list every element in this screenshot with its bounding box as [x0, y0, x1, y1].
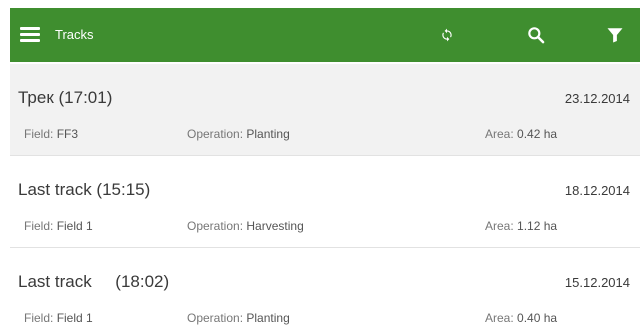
track-operation: Operation: Planting [187, 311, 290, 325]
track-name: Last track (18:02) [18, 272, 170, 291]
track-item[interactable]: Last track (18:02) 15.12.2014 Field: Fie… [10, 248, 640, 331]
track-area: Area: 1.12 ha [485, 219, 557, 233]
track-item[interactable]: Трек (17:01) 23.12.2014 Field: FF3 Opera… [10, 64, 640, 156]
operation-value: Harvesting [246, 219, 304, 233]
operation-label: Operation: [187, 219, 244, 233]
search-icon [528, 27, 545, 44]
track-date: 15.12.2014 [564, 275, 630, 290]
track-operation: Operation: Harvesting [187, 219, 304, 233]
tracks-list: Трек (17:01) 23.12.2014 Field: FF3 Opera… [10, 64, 640, 331]
field-label: Field: [24, 219, 54, 233]
tracks-screen: Tracks Трек (17:01) 23.12.2014 Field: FF… [0, 0, 640, 331]
area-value: 0.40 ha [517, 311, 558, 325]
area-label: Area: [485, 311, 514, 325]
hamburger-menu-icon[interactable] [20, 27, 40, 43]
track-field: Field: Field 1 [24, 219, 93, 233]
track-name: Last track (15:15) [18, 180, 151, 199]
menu-line [20, 33, 40, 36]
area-value: 1.12 ha [517, 219, 558, 233]
track-field: Field: FF3 [24, 127, 78, 141]
page-title: Tracks [55, 27, 94, 42]
area-value: 0.42 ha [517, 127, 558, 141]
track-area: Area: 0.42 ha [485, 127, 557, 141]
field-value: Field 1 [56, 311, 93, 325]
track-date: 23.12.2014 [564, 91, 630, 106]
field-label: Field: [24, 311, 54, 325]
area-label: Area: [485, 127, 514, 141]
field-label: Field: [24, 127, 54, 141]
track-area: Area: 0.40 ha [485, 311, 557, 325]
track-name: Трек (17:01) [18, 88, 113, 107]
menu-line [20, 39, 40, 42]
track-date: 18.12.2014 [564, 183, 630, 198]
operation-label: Operation: [187, 311, 244, 325]
track-item[interactable]: Last track (15:15) 18.12.2014 Field: Fie… [10, 156, 640, 248]
operation-value: Planting [246, 311, 290, 325]
operation-label: Operation: [187, 127, 244, 141]
track-field: Field: Field 1 [24, 311, 93, 325]
field-value: Field 1 [56, 219, 93, 233]
menu-line [20, 27, 40, 30]
field-value: FF3 [56, 127, 79, 141]
search-button[interactable] [521, 20, 551, 50]
filter-icon [607, 28, 623, 43]
area-label: Area: [485, 219, 514, 233]
sync-button[interactable] [432, 20, 462, 50]
app-bar: Tracks [10, 8, 640, 62]
operation-value: Planting [246, 127, 290, 141]
filter-button[interactable] [600, 20, 630, 50]
track-operation: Operation: Planting [187, 127, 290, 141]
sync-icon [442, 28, 452, 42]
